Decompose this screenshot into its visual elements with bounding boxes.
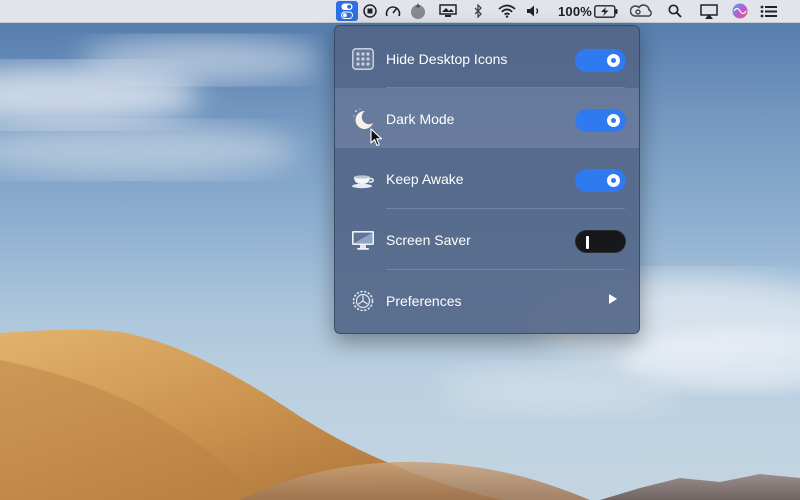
dark-mode-label: Dark Mode xyxy=(386,111,455,127)
keep-awake-toggle[interactable] xyxy=(575,169,626,192)
creative-cloud-icon[interactable] xyxy=(629,0,653,22)
preferences-label: Preferences xyxy=(386,293,462,309)
toggle-knob xyxy=(607,174,620,187)
one-switch-panel: Hide Desktop Icons Dark Mode Keep Awake xyxy=(334,25,640,334)
list-icon[interactable] xyxy=(758,0,780,22)
screen-saver-label: Screen Saver xyxy=(386,232,471,248)
wifi-icon[interactable] xyxy=(496,0,518,22)
dark-mode-toggle[interactable] xyxy=(575,109,626,132)
tomato-icon[interactable] xyxy=(407,0,429,22)
siri-icon[interactable] xyxy=(730,0,750,22)
toggle-knob xyxy=(607,114,620,127)
mouse-cursor-icon xyxy=(370,128,383,147)
bluetooth-icon[interactable] xyxy=(470,0,486,22)
menu-bar: 100% xyxy=(0,0,800,23)
coffee-cup-icon xyxy=(351,167,375,191)
airplay-icon[interactable] xyxy=(697,0,721,22)
gauge-icon[interactable] xyxy=(382,0,404,22)
display-icon[interactable] xyxy=(437,0,459,22)
settings-icon xyxy=(351,289,375,313)
row-hide-desktop-icons[interactable]: Hide Desktop Icons xyxy=(335,28,639,88)
toggle-knob xyxy=(607,54,620,67)
battery-percentage[interactable]: 100% xyxy=(558,0,592,22)
row-preferences[interactable]: Preferences xyxy=(335,270,639,330)
chevron-right-icon[interactable] xyxy=(609,294,617,304)
search-icon[interactable] xyxy=(666,0,684,22)
monitor-icon xyxy=(351,228,375,252)
toggle-knob xyxy=(586,236,589,249)
row-keep-awake[interactable]: Keep Awake xyxy=(335,148,639,208)
grid-icon xyxy=(351,47,375,71)
screen-saver-toggle[interactable] xyxy=(575,230,626,253)
volume-icon[interactable] xyxy=(525,0,543,22)
hide-desktop-icons-label: Hide Desktop Icons xyxy=(386,51,508,67)
keep-awake-label: Keep Awake xyxy=(386,171,464,187)
hide-desktop-icons-toggle[interactable] xyxy=(575,49,626,72)
one-switch-icon[interactable] xyxy=(336,1,358,21)
record-icon[interactable] xyxy=(360,0,380,22)
battery-icon[interactable] xyxy=(593,0,619,22)
row-screen-saver[interactable]: Screen Saver xyxy=(335,209,639,269)
